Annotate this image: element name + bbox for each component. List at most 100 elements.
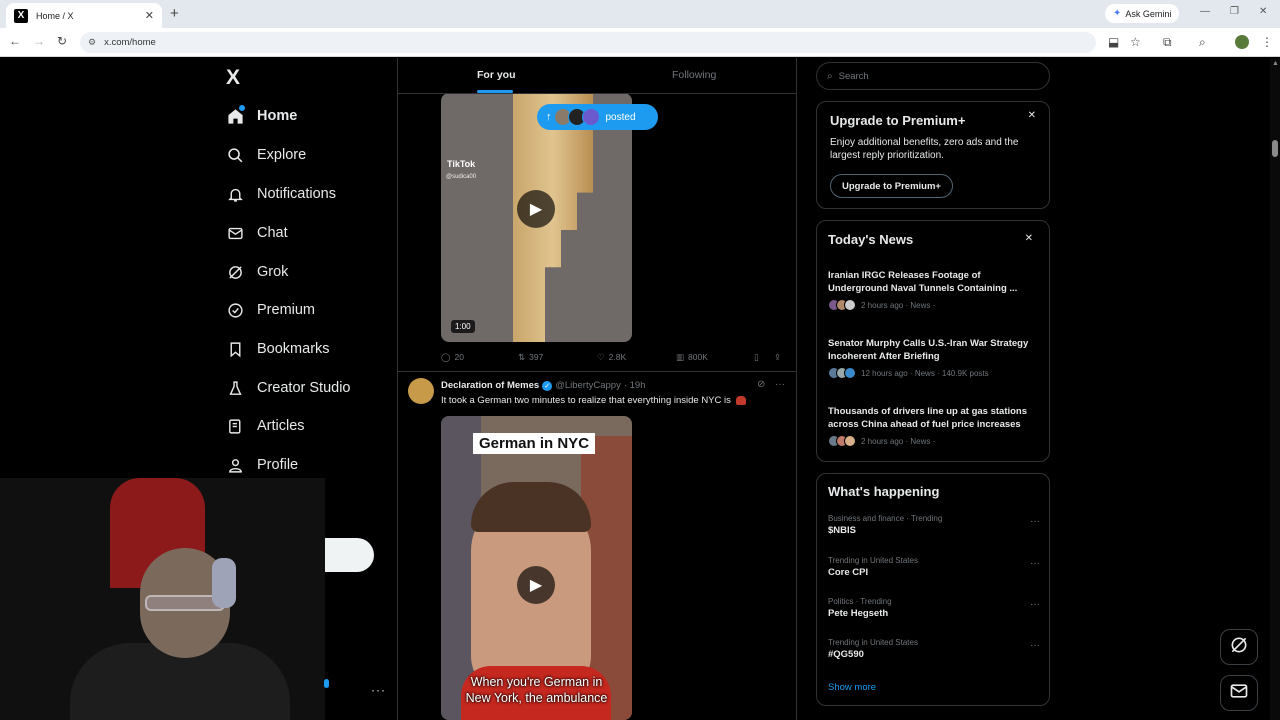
timeline: For you Following ↑ posted TikTok @sudic… xyxy=(397,58,797,720)
profile-avatar[interactable] xyxy=(1235,35,1249,49)
reply-button[interactable]: ◯ 20 xyxy=(441,352,464,363)
news-item[interactable]: Iranian IRGC Releases Footage of Undergr… xyxy=(828,269,1038,311)
more-icon[interactable]: ··· xyxy=(1030,558,1040,569)
news-item[interactable]: Senator Murphy Calls U.S.-Iran War Strat… xyxy=(828,337,1038,379)
like-count: 2.8K xyxy=(608,352,627,362)
like-button[interactable]: ♡ 2.8K xyxy=(597,352,626,363)
avatar xyxy=(844,435,856,447)
nav-label-notifications: Notifications xyxy=(257,186,336,202)
nav-articles[interactable]: Articles xyxy=(226,413,305,439)
tweet-video[interactable]: TikTok @sudica00 ▶ 1:00 xyxy=(441,93,632,342)
nav-label-premium: Premium xyxy=(257,302,316,318)
new-tab-button[interactable]: + xyxy=(170,5,179,22)
site-info-icon[interactable]: ⚙ xyxy=(88,37,96,48)
news-meta-text: 2 hours ago · News · xyxy=(861,436,936,446)
mail-icon xyxy=(1229,681,1249,706)
trend-name: #QG590 xyxy=(828,649,864,660)
premium-title: Upgrade to Premium+ xyxy=(830,113,966,128)
nav-label-home: Home xyxy=(257,108,298,124)
more-icon[interactable]: ··· xyxy=(1030,516,1040,527)
news-headline: Iranian IRGC Releases Footage of Undergr… xyxy=(828,270,1018,294)
tab-search-icon[interactable]: ⌕ xyxy=(1199,35,1206,50)
trend-item[interactable]: Politics · Trending Pete Hegseth ··· xyxy=(828,597,1040,619)
back-icon[interactable]: ← xyxy=(9,34,21,48)
ask-gemini-button[interactable]: ✦ Ask Gemini xyxy=(1105,4,1180,23)
nav-creator-studio[interactable]: Creator Studio xyxy=(226,375,351,401)
nav-label-creator-studio: Creator Studio xyxy=(257,380,351,396)
repost-count: 397 xyxy=(529,352,544,362)
nav-premium[interactable]: Premium xyxy=(226,297,315,323)
browser-tab-bar: X Home / X ✕ + ✦ Ask Gemini — ❐ ✕ xyxy=(0,0,1280,28)
tab-for-you[interactable]: For you xyxy=(477,69,516,81)
close-icon[interactable]: ✕ xyxy=(1028,110,1036,121)
nav-grok[interactable]: Grok xyxy=(226,259,288,285)
nav-notifications[interactable]: Notifications xyxy=(226,181,336,207)
play-icon[interactable]: ▶ xyxy=(517,190,555,228)
nav-bookmarks[interactable]: Bookmarks xyxy=(226,336,330,362)
nav-chat[interactable]: Chat xyxy=(226,220,288,246)
bookmark-star-icon[interactable]: ☆ xyxy=(1130,35,1141,49)
video-subtitle-line-2: New York, the ambulance xyxy=(465,691,608,705)
trend-name: $NBIS xyxy=(828,525,856,536)
trend-context: Business and finance · Trending xyxy=(828,514,943,523)
tab-close-icon[interactable]: ✕ xyxy=(145,9,154,22)
author-name[interactable]: Declaration of Memes xyxy=(441,380,539,391)
forward-icon[interactable]: → xyxy=(33,34,45,48)
tab-following[interactable]: Following xyxy=(672,69,716,81)
window-close-icon[interactable]: ✕ xyxy=(1259,6,1267,17)
extensions-icon[interactable]: ⧉ xyxy=(1163,35,1172,50)
trend-item[interactable]: Trending in United States #QG590 ··· xyxy=(828,638,1040,660)
grok-icon[interactable]: ⊘ xyxy=(757,379,765,390)
nav-label-grok: Grok xyxy=(257,264,289,280)
grok-float-button[interactable] xyxy=(1220,629,1258,665)
tweet-video[interactable]: German in NYC ▶ When you're German in Ne… xyxy=(441,416,632,720)
author-handle[interactable]: @LibertyCappy xyxy=(555,380,621,391)
webcam-person-headset xyxy=(212,558,236,608)
views-icon: ▥ xyxy=(676,351,685,362)
premium-icon xyxy=(226,301,244,319)
new-posts-pill[interactable]: ↑ posted xyxy=(537,104,658,130)
restore-icon[interactable]: ❐ xyxy=(1230,6,1239,17)
play-icon[interactable]: ▶ xyxy=(517,566,555,604)
account-more-icon[interactable]: ··· xyxy=(371,683,386,697)
scroll-up-icon[interactable]: ▲ xyxy=(1272,60,1279,67)
reload-icon[interactable]: ↻ xyxy=(57,34,67,48)
bookmark-button[interactable]: ▯ xyxy=(754,352,759,363)
avatar xyxy=(581,108,600,126)
repost-button[interactable]: ⇅ 397 xyxy=(518,352,543,363)
x-logo-icon[interactable]: X xyxy=(226,66,240,90)
gemini-icon: ✦ xyxy=(1113,8,1122,19)
post-button[interactable] xyxy=(325,538,374,572)
minimize-icon[interactable]: — xyxy=(1200,6,1210,17)
nav-profile[interactable]: Profile xyxy=(226,452,298,478)
scrollbar-thumb[interactable] xyxy=(1272,140,1278,157)
install-app-icon[interactable]: ⬓ xyxy=(1108,35,1119,49)
upgrade-premium-button[interactable]: Upgrade to Premium+ xyxy=(830,174,953,198)
nav-explore[interactable]: Explore xyxy=(226,142,306,168)
trend-item[interactable]: Trending in United States Core CPI ··· xyxy=(828,556,1040,578)
close-icon[interactable]: ✕ xyxy=(1025,233,1033,244)
avatar xyxy=(844,367,856,379)
reply-count: 20 xyxy=(454,352,464,362)
share-button[interactable]: ⇪ xyxy=(774,352,781,363)
news-headline: Thousands of drivers line up at gas stat… xyxy=(828,406,1028,430)
page-scrollbar[interactable] xyxy=(1270,58,1280,720)
browser-tab[interactable]: X Home / X ✕ xyxy=(6,3,162,28)
tweet-time[interactable]: · 19h xyxy=(624,380,646,391)
search-input[interactable]: ⌕ Search xyxy=(816,62,1050,90)
more-icon[interactable]: ··· xyxy=(1030,599,1040,610)
account-badge-icon xyxy=(324,679,329,688)
avatar[interactable] xyxy=(408,378,434,404)
news-item[interactable]: Thousands of drivers line up at gas stat… xyxy=(828,405,1038,447)
more-icon[interactable]: ··· xyxy=(1030,640,1040,651)
more-icon[interactable]: ··· xyxy=(775,379,785,390)
trend-item[interactable]: Business and finance · Trending $NBIS ··… xyxy=(828,514,1040,536)
news-meta-text: 2 hours ago · News · xyxy=(861,300,936,310)
tweet-text-body: It took a German two minutes to realize … xyxy=(441,395,731,406)
address-bar[interactable]: ⚙ x.com/home xyxy=(80,32,1096,53)
views-button[interactable]: ▥ 800K xyxy=(676,352,708,363)
messages-float-button[interactable] xyxy=(1220,675,1258,711)
menu-icon[interactable]: ⋮ xyxy=(1261,35,1273,49)
nav-home[interactable]: Home xyxy=(226,103,297,129)
show-more-link[interactable]: Show more xyxy=(828,682,876,693)
